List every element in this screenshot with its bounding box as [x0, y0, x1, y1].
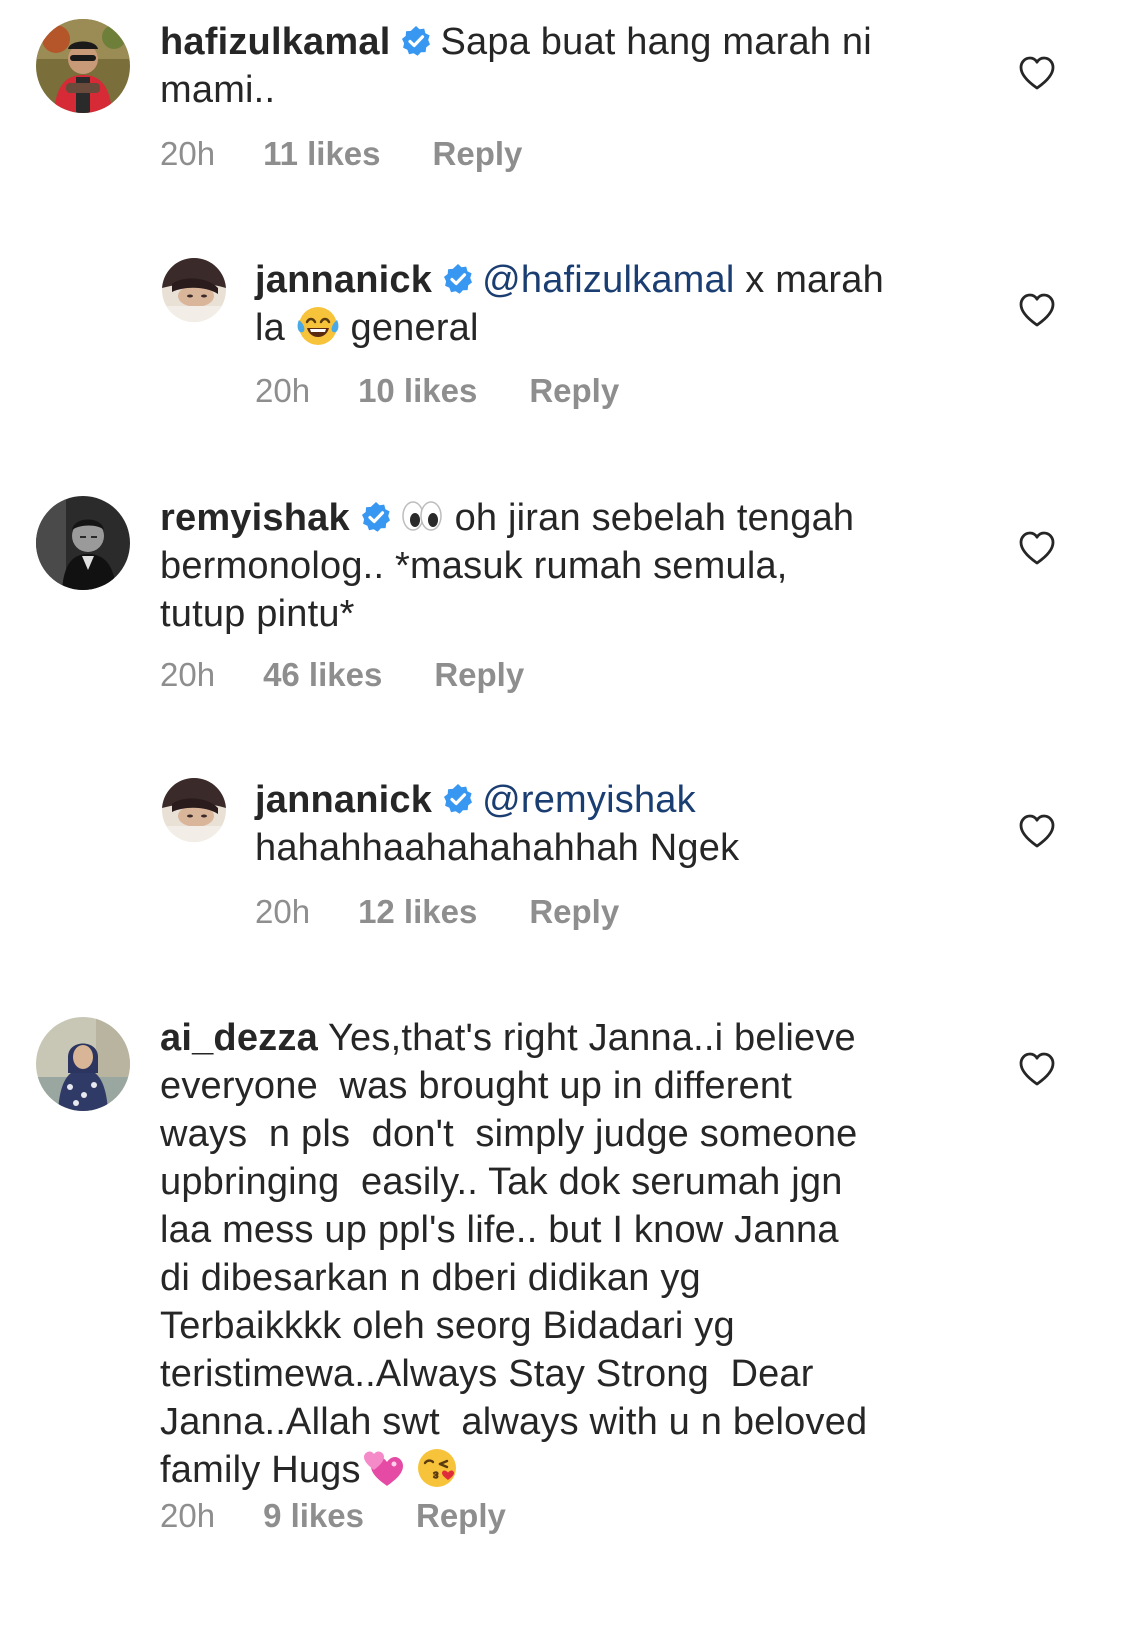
comment-text: ways n pls don't simply judge someone — [160, 1113, 858, 1155]
comment-text: general — [339, 307, 479, 349]
eyes-icon — [400, 494, 444, 538]
comment-meta: 20h 12 likes Reply — [255, 892, 619, 932]
comment-line: jannanick @remyishak — [255, 776, 955, 824]
comment-text: hahahhaahahahahhah Ngek — [255, 827, 740, 869]
comment-text: x marah — [734, 259, 884, 301]
comment-text: Terbaikkkk oleh seorg Bidadari yg — [160, 1305, 735, 1347]
comment-text: di dibesarkan n dberi didikan yg — [160, 1257, 701, 1299]
username[interactable]: jannanick — [255, 779, 432, 821]
timestamp: 20h — [160, 656, 216, 693]
comment-line: remyishak oh jiran sebelah tengah — [160, 494, 960, 542]
avatar-image — [36, 19, 130, 113]
comment-text: bermonolog.. *masuk rumah semula, — [160, 545, 788, 587]
timestamp: 20h — [255, 372, 311, 409]
comment-text: la — [255, 307, 296, 349]
avatar-image — [162, 258, 226, 322]
comment-meta: 20h 46 likes Reply — [160, 655, 524, 695]
heart-outline-icon[interactable] — [1018, 530, 1056, 566]
comment-text: oh jiran sebelah tengah — [443, 497, 855, 539]
timestamp: 20h — [255, 893, 311, 930]
comment-text: family Hugs — [160, 1449, 361, 1491]
verified-badge-icon — [442, 783, 474, 815]
reply-button[interactable]: Reply — [529, 892, 619, 932]
likes-count[interactable]: 12 likes — [358, 892, 477, 932]
avatar[interactable] — [162, 778, 226, 842]
face-blowing-a-kiss-icon — [415, 1446, 459, 1490]
heart-outline-icon[interactable] — [1018, 813, 1056, 849]
comment-text: laa mess up ppl's life.. but I know Jann… — [160, 1209, 839, 1251]
timestamp: 20h — [160, 1497, 216, 1534]
comment-line: family Hugs — [160, 1446, 960, 1494]
comment-line: hafizulkamal Sapa buat hang marah ni — [160, 18, 960, 66]
comment-text: tutup pintu* — [160, 593, 355, 635]
mention-link[interactable]: @remyishak — [482, 779, 696, 821]
likes-count[interactable]: 11 likes — [263, 134, 380, 174]
comment-meta: 20h 10 likes Reply — [255, 371, 619, 411]
comment-text: upbringing easily.. Tak dok serumah jgn — [160, 1161, 843, 1203]
comment-line: ai_dezza Yes,that's right Janna..i belie… — [160, 1014, 960, 1062]
comment-meta: 20h 11 likes Reply — [160, 134, 522, 174]
avatar[interactable] — [36, 1017, 130, 1111]
username[interactable]: ai_dezza — [160, 1017, 318, 1059]
verified-badge-icon — [400, 25, 432, 57]
heart-outline-icon[interactable] — [1018, 55, 1056, 91]
reply-button[interactable]: Reply — [433, 134, 523, 174]
reply-button[interactable]: Reply — [434, 655, 524, 695]
likes-count[interactable]: 9 likes — [263, 1496, 364, 1536]
heart-outline-icon[interactable] — [1018, 292, 1056, 328]
comment-text: mami.. — [160, 69, 276, 111]
verified-badge-icon — [360, 501, 392, 533]
avatar-image — [162, 778, 226, 842]
likes-count[interactable]: 10 likes — [358, 371, 477, 411]
likes-count[interactable]: 46 likes — [263, 655, 382, 695]
reply-button[interactable]: Reply — [416, 1496, 506, 1536]
comment-text: everyone was brought up in different — [160, 1065, 792, 1107]
username[interactable]: jannanick — [255, 259, 432, 301]
reply-button[interactable]: Reply — [529, 371, 619, 411]
avatar[interactable] — [162, 258, 226, 322]
username[interactable]: remyishak — [160, 497, 350, 539]
verified-badge-icon — [442, 263, 474, 295]
comment-text: teristimewa..Always Stay Strong Dear — [160, 1353, 814, 1395]
comment-text: Yes,that's right Janna..i believe — [317, 1017, 856, 1059]
comment-text: Janna..Allah swt always with u n beloved — [160, 1401, 868, 1443]
avatar[interactable] — [36, 496, 130, 590]
avatar-image — [36, 496, 130, 590]
comment-line: la general — [255, 304, 955, 352]
username[interactable]: hafizulkamal — [160, 21, 390, 63]
comment-meta: 20h 9 likes Reply — [160, 1496, 506, 1536]
heart-outline-icon[interactable] — [1018, 1051, 1056, 1087]
timestamp: 20h — [160, 135, 216, 172]
comment-text: Sapa buat hang marah ni — [440, 21, 872, 63]
mention-link[interactable]: @hafizulkamal — [482, 259, 734, 301]
avatar-image — [36, 1017, 130, 1111]
avatar[interactable] — [36, 19, 130, 113]
comment-text — [405, 1449, 416, 1491]
two-hearts-icon — [361, 1446, 405, 1490]
face-with-tears-of-joy-icon — [296, 304, 340, 348]
comment-line: jannanick @hafizulkamal x marah — [255, 256, 955, 304]
